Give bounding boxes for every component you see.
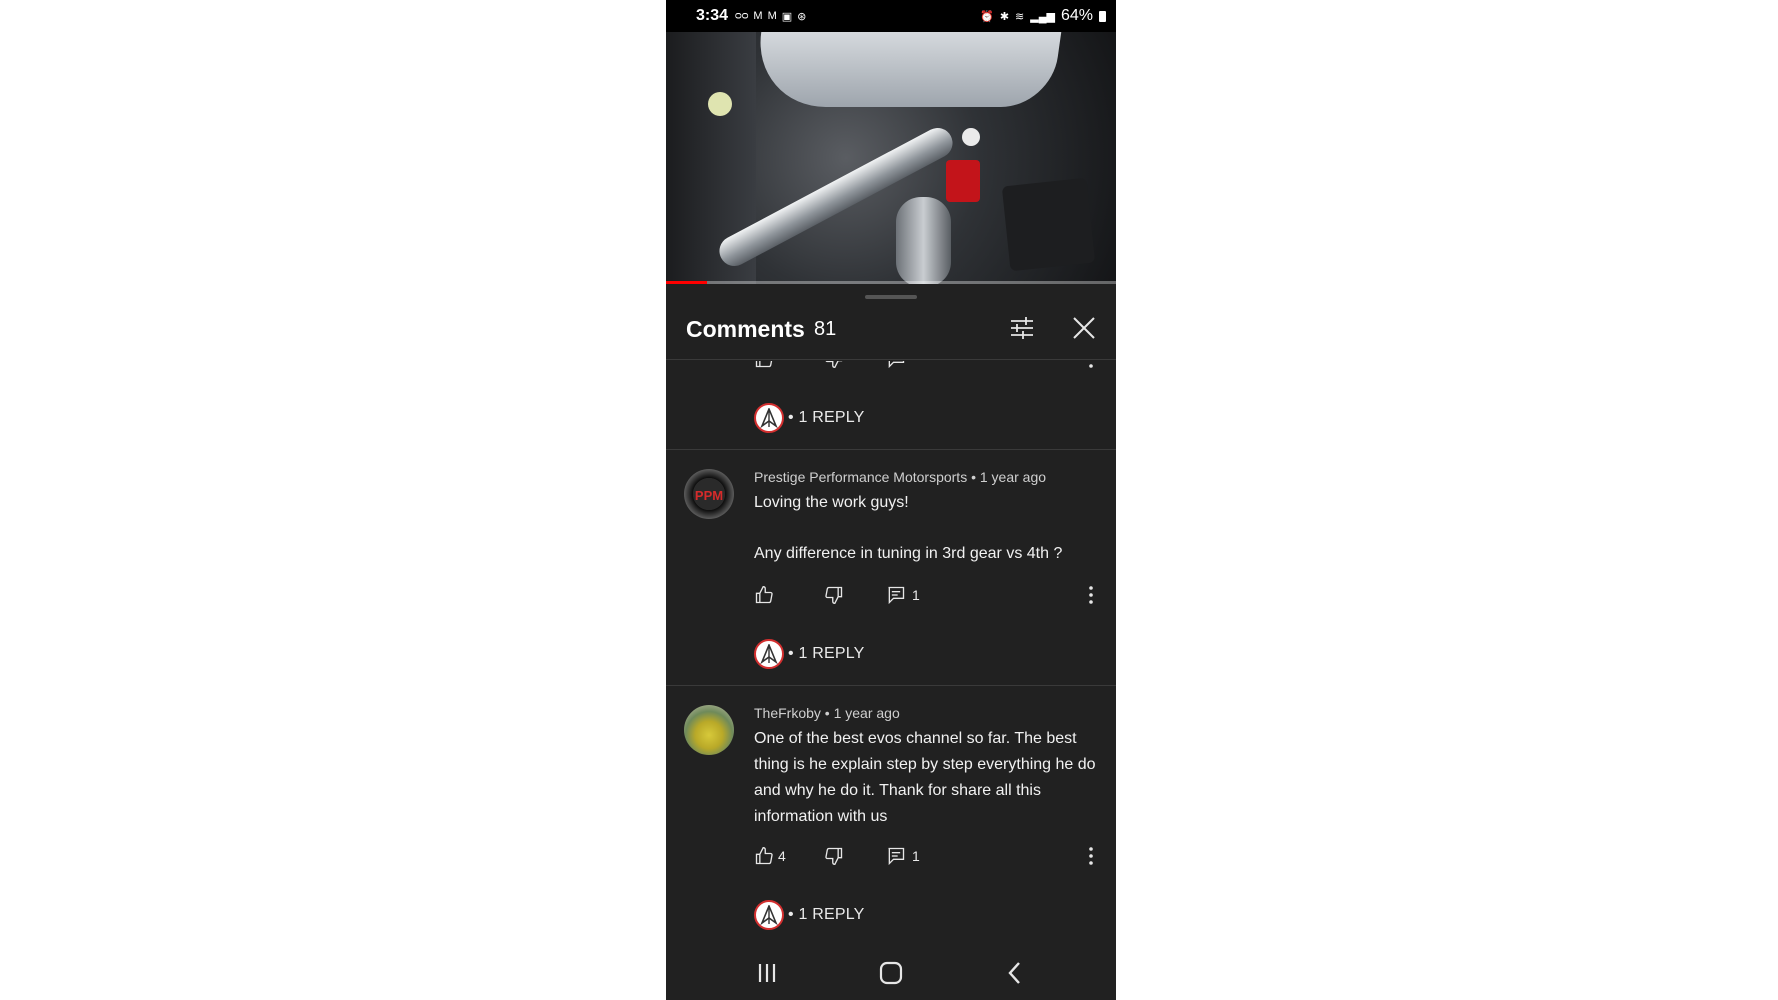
comments-list[interactable]: • 1 REPLY PPM Prestige Performance Motor… bbox=[666, 361, 1116, 946]
reply-author-avatar[interactable] bbox=[754, 403, 784, 433]
svg-text:PPM: PPM bbox=[695, 488, 723, 503]
video-frame-reservoir bbox=[708, 92, 732, 116]
like-icon[interactable] bbox=[754, 361, 774, 374]
replies-button[interactable]: • 1 REPLY bbox=[788, 906, 864, 924]
sync-icon: ⊛ bbox=[797, 10, 807, 23]
like-icon[interactable] bbox=[754, 846, 774, 871]
comment-text: One of the best evos channel so far. The… bbox=[754, 730, 1096, 825]
status-right-icons: ⏰ ✱ ≋ ▂▄▆ 64% bbox=[980, 7, 1106, 25]
dislike-icon[interactable] bbox=[824, 846, 844, 871]
reply-count: 1 bbox=[912, 848, 920, 864]
reply-icon[interactable] bbox=[886, 846, 906, 871]
back-icon[interactable] bbox=[1000, 958, 1030, 988]
reply-author-avatar[interactable] bbox=[754, 900, 784, 930]
close-icon[interactable] bbox=[1070, 314, 1098, 342]
comment-text-line2: Any difference in tuning in 3rd gear vs … bbox=[754, 545, 1063, 562]
reply-author-avatar[interactable] bbox=[754, 639, 784, 669]
video-frame-intake-pipe bbox=[896, 197, 951, 284]
video-frame-airbox bbox=[1001, 177, 1096, 272]
sheet-drag-handle[interactable] bbox=[865, 295, 917, 299]
gallery-icon: ▣ bbox=[781, 10, 793, 23]
gmail-icon: M bbox=[767, 10, 777, 22]
status-left-icons: ᴑᴑ M M ▣ ⊛ bbox=[735, 10, 806, 23]
wifi-icon: ≋ bbox=[1015, 10, 1025, 23]
video-player[interactable] bbox=[666, 32, 1116, 284]
phone-screen: 3:34 ᴑᴑ M M ▣ ⊛ ⏰ ✱ ≋ ▂▄▆ 64% Comments 8… bbox=[666, 0, 1116, 1000]
more-options-icon[interactable] bbox=[1088, 846, 1094, 871]
status-time: 3:34 bbox=[696, 7, 729, 24]
comment-author-meta[interactable]: Prestige Performance Motorsports • 1 yea… bbox=[754, 469, 1046, 485]
more-options-icon[interactable] bbox=[1088, 585, 1094, 610]
comment-author-meta[interactable]: TheFrkoby • 1 year ago bbox=[754, 705, 900, 721]
video-frame-red-valve bbox=[946, 160, 980, 202]
battery-icon bbox=[1099, 10, 1106, 22]
like-count: 4 bbox=[778, 848, 786, 864]
author-avatar[interactable]: PPM bbox=[684, 469, 734, 519]
gmail-icon: M bbox=[753, 10, 763, 22]
video-progress-fill bbox=[666, 281, 707, 284]
alarm-icon: ⏰ bbox=[980, 10, 994, 23]
home-icon[interactable] bbox=[876, 958, 906, 988]
voicemail-icon: ᴑᴑ bbox=[735, 10, 749, 22]
recent-apps-icon[interactable] bbox=[752, 958, 782, 988]
like-icon[interactable] bbox=[754, 585, 774, 610]
video-progress-bar[interactable] bbox=[666, 281, 1116, 284]
dislike-icon[interactable] bbox=[824, 585, 844, 610]
battery-percent: 64% bbox=[1060, 7, 1093, 24]
status-bar: 3:34 ᴑᴑ M M ▣ ⊛ ⏰ ✱ ≋ ▂▄▆ 64% bbox=[666, 0, 1116, 32]
author-avatar[interactable] bbox=[684, 705, 734, 755]
signal-icon: ▂▄▆ bbox=[1030, 10, 1055, 23]
replies-button[interactable]: • 1 REPLY bbox=[788, 409, 864, 427]
navigation-bar bbox=[666, 946, 1116, 1000]
reply-icon[interactable] bbox=[886, 361, 906, 374]
bluetooth-icon: ✱ bbox=[999, 10, 1010, 23]
comments-count: 81 bbox=[814, 318, 837, 340]
reply-icon[interactable] bbox=[886, 585, 906, 610]
replies-button[interactable]: • 1 REPLY bbox=[788, 645, 864, 663]
comments-header: Comments 81 bbox=[666, 308, 1116, 360]
dislike-icon[interactable] bbox=[824, 361, 844, 374]
comment-divider bbox=[666, 449, 1116, 450]
reply-count: 1 bbox=[912, 587, 920, 603]
video-frame-windshield bbox=[750, 32, 1062, 107]
video-frame-cap bbox=[962, 128, 980, 146]
filter-icon[interactable] bbox=[1008, 314, 1036, 342]
comment-divider bbox=[666, 685, 1116, 686]
more-options-icon[interactable] bbox=[1088, 361, 1094, 374]
comments-title: Comments bbox=[686, 316, 805, 342]
comment-text-line1: Loving the work guys! bbox=[754, 494, 909, 511]
